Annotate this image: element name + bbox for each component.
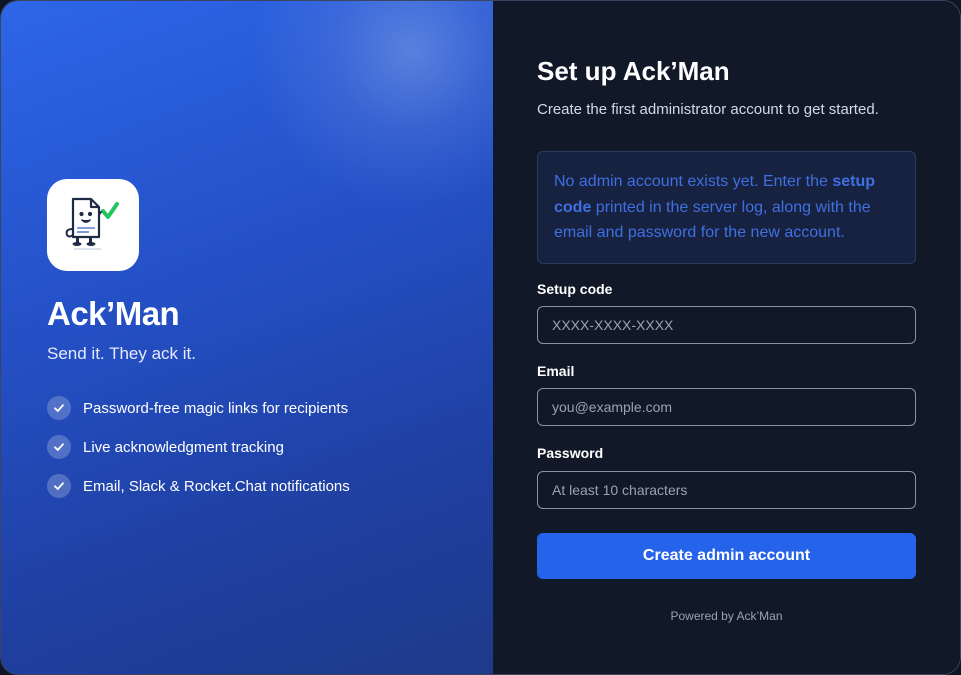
feature-item: Password-free magic links for recipients — [47, 396, 350, 420]
notice-text-continued: printed in the server log, along with th… — [554, 198, 871, 242]
notice-text: No admin account exists yet. Enter the — [554, 173, 833, 190]
feature-label: Email, Slack & Rocket.Chat notifications — [83, 477, 350, 495]
password-label: Password — [537, 445, 604, 461]
brand-name: Ack’Man — [47, 295, 180, 332]
feature-item: Live acknowledgment tracking — [47, 435, 350, 459]
page-subtitle: Create the first administrator account t… — [537, 101, 879, 118]
brand-tagline: Send it. They ack it. — [47, 344, 196, 363]
email-input[interactable] — [537, 388, 916, 426]
password-input[interactable] — [537, 471, 916, 509]
check-icon — [47, 396, 71, 420]
feature-label: Password-free magic links for recipients — [83, 399, 349, 417]
powered-by-footer: Powered by Ack’Man — [670, 609, 783, 623]
setup-notice: No admin account exists yet. Enter the s… — [537, 151, 916, 264]
feature-item: Email, Slack & Rocket.Chat notifications — [47, 474, 350, 498]
email-label: Email — [537, 363, 575, 379]
setup-code-label: Setup code — [537, 281, 613, 297]
app-logo — [47, 179, 139, 271]
create-admin-button[interactable]: Create admin account — [537, 533, 916, 579]
feature-list: Password-free magic links for recipients… — [47, 396, 350, 513]
page-title: Set up Ack’Man — [537, 56, 730, 86]
setup-code-input[interactable] — [537, 306, 916, 344]
setup-card: Ack’Man Send it. They ack it. Password-f… — [0, 0, 961, 675]
background-glow — [251, 1, 493, 211]
mascot-document-check-icon — [65, 197, 119, 250]
check-icon — [47, 435, 71, 459]
setup-form-panel: Set up Ack’Man Create the first administ… — [493, 1, 960, 674]
check-icon — [47, 474, 71, 498]
feature-label: Live acknowledgment tracking — [83, 438, 284, 456]
brand-panel: Ack’Man Send it. They ack it. Password-f… — [1, 1, 493, 674]
